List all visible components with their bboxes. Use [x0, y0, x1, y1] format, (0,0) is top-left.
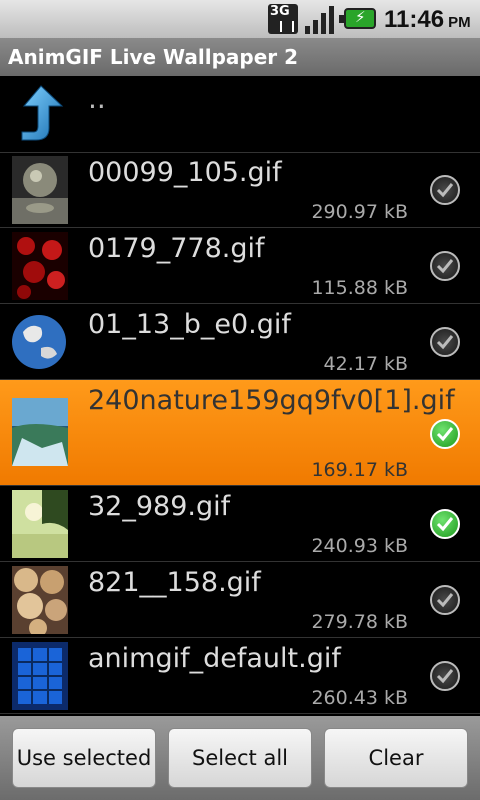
file-size: 290.97 kB	[311, 201, 408, 223]
status-bar: 3G ⚡ 11:46 PM	[0, 0, 480, 38]
checkbox-unchecked-icon[interactable]	[430, 585, 460, 615]
clock: 11:46 PM	[384, 6, 471, 34]
file-name: 240nature159gq9fv0[1].gif	[88, 385, 455, 416]
clock-ampm: PM	[448, 14, 471, 31]
list-item[interactable]: 32_989.gif 240.93 kB	[0, 486, 480, 562]
network-type: 3G	[270, 4, 290, 19]
app-title: AnimGIF Live Wallpaper 2	[8, 45, 299, 69]
file-name: 01_13_b_e0.gif	[88, 309, 291, 340]
clear-button[interactable]: Clear	[324, 728, 468, 788]
list-item[interactable]: 01_13_b_e0.gif 42.17 kB	[0, 304, 480, 380]
checkbox-checked-icon[interactable]	[430, 509, 460, 539]
file-size: 260.43 kB	[311, 687, 408, 709]
list-item-highlighted[interactable]: 240nature159gq9fv0[1].gif 169.17 kB	[0, 380, 480, 486]
list-item[interactable]: 00099_105.gif 290.97 kB	[0, 152, 480, 228]
checkbox-unchecked-icon[interactable]	[430, 175, 460, 205]
file-size: 115.88 kB	[311, 277, 408, 299]
file-size: 169.17 kB	[311, 459, 408, 481]
title-bar: AnimGIF Live Wallpaper 2	[0, 38, 480, 76]
thumbnail-blue-grid-icon	[12, 642, 68, 710]
checkbox-unchecked-icon[interactable]	[430, 661, 460, 691]
file-size: 279.78 kB	[311, 611, 408, 633]
list-item[interactable]: 0179_778.gif 115.88 kB	[0, 228, 480, 304]
up-arrow-icon	[21, 85, 64, 141]
checkbox-unchecked-icon[interactable]	[430, 251, 460, 281]
thumbnail-nature-icon	[12, 398, 68, 466]
file-name: animgif_default.gif	[88, 643, 341, 674]
file-name: 32_989.gif	[88, 491, 231, 522]
checkbox-unchecked-icon[interactable]	[430, 327, 460, 357]
select-all-button[interactable]: Select all	[168, 728, 312, 788]
signal-strength-icon	[305, 4, 337, 34]
file-list[interactable]: .. 00099_105.gif 290.97 kB 0179_778.gif …	[0, 76, 480, 716]
file-size: 42.17 kB	[323, 353, 408, 375]
use-selected-button[interactable]: Use selected	[12, 728, 156, 788]
thumbnail-earth-icon	[11, 308, 67, 376]
file-name: 0179_778.gif	[88, 233, 265, 264]
thumbnail-sunset-icon	[12, 490, 68, 558]
checkbox-checked-icon[interactable]	[430, 419, 460, 449]
file-name: 821__158.gif	[88, 567, 261, 598]
action-bar: Use selected Select all Clear	[0, 716, 480, 800]
file-size: 240.93 kB	[311, 535, 408, 557]
thumbnail-roses-icon	[12, 232, 68, 300]
network-3g-icon: 3G	[268, 4, 298, 34]
thumbnail-cookies-icon	[12, 566, 68, 634]
list-item[interactable]: 821__158.gif 279.78 kB	[0, 562, 480, 638]
parent-directory-label: ..	[88, 82, 106, 115]
parent-directory-row[interactable]: ..	[0, 76, 480, 153]
thumbnail-globe-icon	[12, 156, 68, 224]
clock-time: 11:46	[384, 6, 445, 33]
battery-charging-icon: ⚡	[339, 8, 376, 29]
file-name: 00099_105.gif	[88, 157, 282, 188]
list-item[interactable]: animgif_default.gif 260.43 kB	[0, 638, 480, 714]
